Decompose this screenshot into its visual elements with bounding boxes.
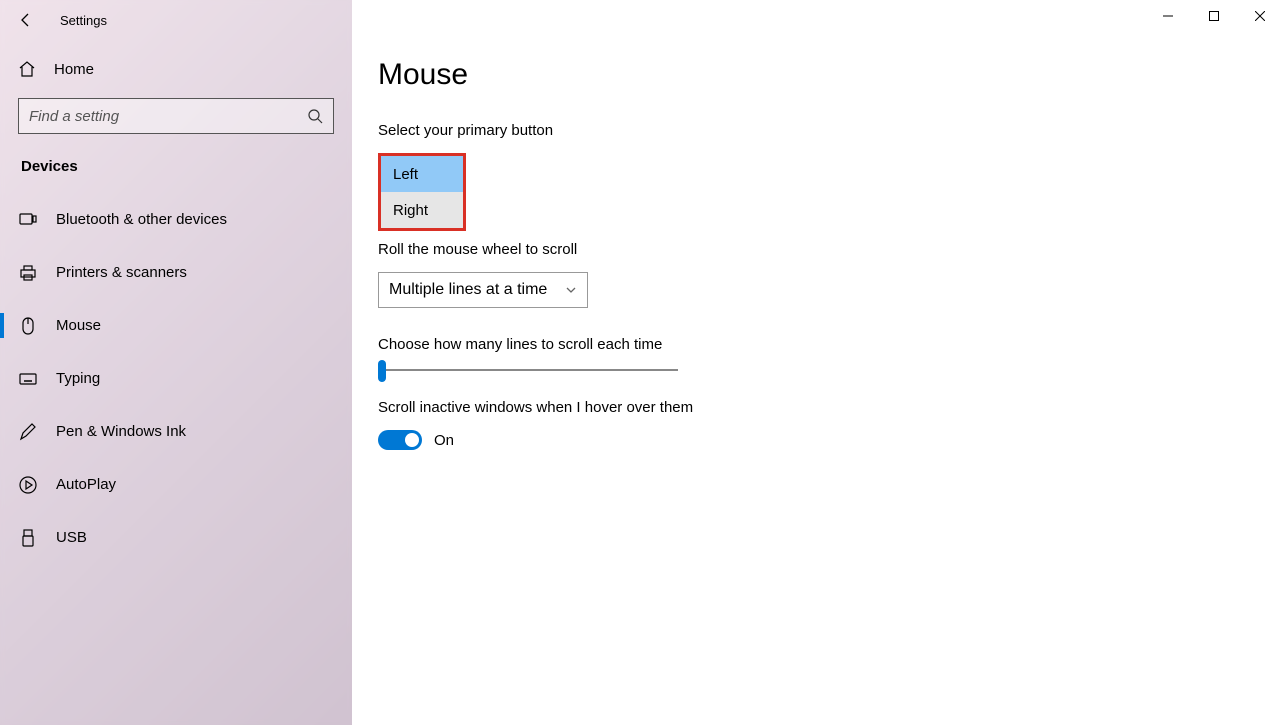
inactive-scroll-label: Scroll inactive windows when I hover ove… [378, 399, 1283, 416]
nav-bluetooth[interactable]: Bluetooth & other devices [0, 193, 352, 246]
search-field[interactable] [29, 108, 279, 125]
nav-label: Mouse [56, 317, 101, 334]
minimize-button[interactable] [1145, 0, 1191, 32]
nav-label: Typing [56, 370, 100, 387]
scroll-wheel-value: Multiple lines at a time [389, 281, 547, 299]
nav-label: Bluetooth & other devices [56, 211, 227, 228]
home-label: Home [54, 61, 94, 78]
dropdown-option-right[interactable]: Right [381, 192, 463, 228]
nav-label: Pen & Windows Ink [56, 423, 186, 440]
nav-printers[interactable]: Printers & scanners [0, 246, 352, 299]
inactive-scroll-setting: Scroll inactive windows when I hover ove… [378, 399, 1283, 450]
maximize-button[interactable] [1191, 0, 1237, 32]
home-icon [18, 60, 36, 78]
main-content: Mouse Select your primary button Left Ri… [352, 0, 1283, 725]
page-title: Mouse [378, 58, 1283, 92]
nav-usb[interactable]: USB [0, 511, 352, 564]
nav-label: Printers & scanners [56, 264, 187, 281]
printer-icon [18, 263, 38, 283]
chevron-down-icon [565, 284, 577, 296]
inactive-scroll-state: On [434, 432, 454, 449]
devices-icon [18, 210, 38, 230]
nav-typing[interactable]: Typing [0, 352, 352, 405]
primary-button-setting: Select your primary button Left Right [378, 122, 1283, 231]
keyboard-icon [18, 369, 38, 389]
mouse-icon [18, 316, 38, 336]
app-title: Settings [60, 13, 107, 28]
back-icon[interactable] [18, 12, 34, 28]
nav-label: AutoPlay [56, 476, 116, 493]
usb-icon [18, 528, 38, 548]
primary-button-label: Select your primary button [378, 122, 1283, 139]
search-input[interactable] [18, 98, 334, 134]
titlebar: Settings [0, 0, 352, 40]
home-button[interactable]: Home [0, 40, 352, 98]
search-icon [307, 108, 323, 124]
nav-label: USB [56, 529, 87, 546]
lines-slider[interactable] [378, 369, 678, 371]
sidebar: Settings Home Devices Bluetooth & other … [0, 0, 352, 725]
inactive-scroll-toggle[interactable] [378, 430, 422, 450]
primary-button-dropdown[interactable]: Left Right [378, 153, 466, 231]
scroll-wheel-dropdown[interactable]: Multiple lines at a time [378, 272, 588, 308]
window-controls [1145, 0, 1283, 32]
nav-list: Bluetooth & other devices Printers & sca… [0, 193, 352, 564]
slider-thumb[interactable] [378, 360, 386, 382]
nav-pen[interactable]: Pen & Windows Ink [0, 405, 352, 458]
lines-slider-setting: Choose how many lines to scroll each tim… [378, 336, 1283, 371]
scroll-wheel-label: Roll the mouse wheel to scroll [378, 241, 1283, 258]
dropdown-option-left[interactable]: Left [381, 156, 463, 192]
nav-mouse[interactable]: Mouse [0, 299, 352, 352]
category-label: Devices [0, 158, 352, 193]
pen-icon [18, 422, 38, 442]
scroll-wheel-setting: Roll the mouse wheel to scroll Multiple … [378, 241, 1283, 308]
autoplay-icon [18, 475, 38, 495]
lines-slider-label: Choose how many lines to scroll each tim… [378, 336, 1283, 353]
close-button[interactable] [1237, 0, 1283, 32]
nav-autoplay[interactable]: AutoPlay [0, 458, 352, 511]
